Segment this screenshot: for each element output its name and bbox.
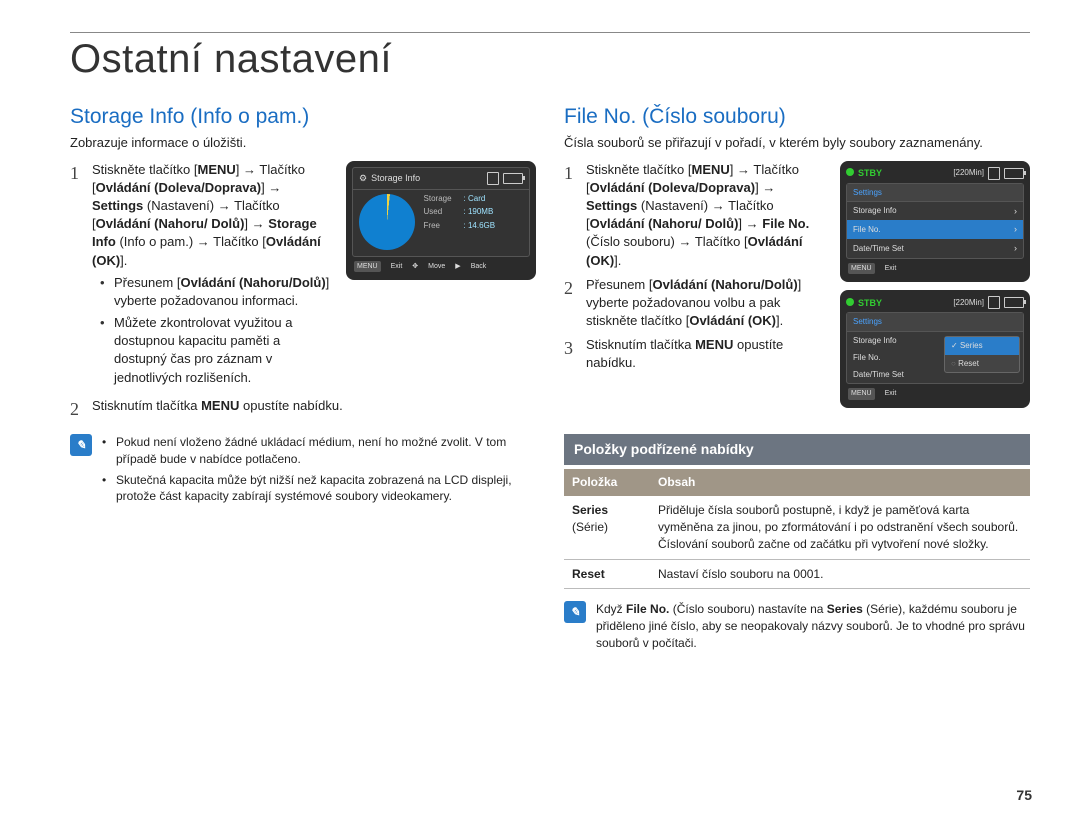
list-item: Date/Time Set› bbox=[847, 239, 1023, 258]
gear-icon: ⚙ bbox=[359, 172, 367, 185]
storage-legend: Storage: Card Used: 190MB Free: 14.6GB bbox=[424, 192, 496, 233]
battery-icon bbox=[1004, 168, 1024, 179]
table-row: Series(Série) Přiděluje čísla souborů po… bbox=[564, 496, 1030, 559]
intro-right: Čísla souborů se přiřazují v pořadí, v k… bbox=[564, 134, 1030, 152]
submenu-item: ○ Reset bbox=[945, 355, 1019, 372]
rec-dot-icon bbox=[846, 168, 854, 176]
move-icon: ✥ bbox=[412, 262, 418, 272]
rec-dot-icon bbox=[846, 298, 854, 306]
th-item: Položka bbox=[564, 469, 650, 496]
bullet-2: Můžete zkontrolovat využitou a dostupnou… bbox=[114, 314, 336, 387]
th-content: Obsah bbox=[650, 469, 1030, 496]
menu-tag: MENU bbox=[848, 388, 875, 400]
step2-left: Stisknutím tlačítka MENU opustíte nabídk… bbox=[92, 397, 536, 415]
lcd-storage-info: ⚙ Storage Info Storage: Card Used: 190MB … bbox=[346, 161, 536, 289]
note-right: ✎ Když File No. (Číslo souboru) nastavít… bbox=[564, 601, 1030, 651]
battery-icon bbox=[503, 173, 523, 184]
bullet-1: Přesunem [Ovládání (Nahoru/Dolů)] vybert… bbox=[114, 274, 336, 310]
battery-icon bbox=[1004, 297, 1024, 308]
note-left-2: Skutečná kapacita může být nižší než kap… bbox=[102, 472, 536, 506]
intro-left: Zobrazuje informace o úložišti. bbox=[70, 134, 536, 152]
subhead-bar: Položky podřízené nabídky bbox=[564, 434, 1030, 466]
pie-chart-icon bbox=[359, 194, 415, 250]
sd-icon bbox=[487, 172, 499, 185]
menu-tag: MENU bbox=[354, 261, 381, 273]
note-left-1: Pokud není vloženo žádné ukládací médium… bbox=[102, 434, 536, 468]
step1-right: Stiskněte tlačítko [MENU] → Tlačítko [Ov… bbox=[586, 161, 830, 270]
heading-storage-info: Storage Info (Info o pam.) bbox=[70, 102, 536, 131]
lcd-fileno-menu: STBY [220Min] Settings Storage Info› Fil… bbox=[840, 161, 1030, 416]
step1-left: Stiskněte tlačítko [MENU] → Tlačítko [Ov… bbox=[92, 161, 336, 391]
note-icon: ✎ bbox=[70, 434, 92, 456]
step2-right: Přesunem [Ovládání (Nahoru/Dolů)] vybert… bbox=[586, 276, 830, 331]
submenu: ✓ Series ○ Reset bbox=[944, 336, 1020, 372]
right-column: File No. (Číslo souboru) Čísla souborů s… bbox=[564, 96, 1030, 652]
back-icon: ▶ bbox=[455, 262, 460, 272]
page-title: Ostatní nastavení bbox=[70, 37, 1030, 82]
list-item-selected: File No.› bbox=[847, 220, 1023, 239]
sd-icon bbox=[988, 167, 1000, 180]
note-left: ✎ Pokud není vloženo žádné ukládací médi… bbox=[70, 434, 536, 509]
note-icon: ✎ bbox=[564, 601, 586, 623]
table-row: Reset Nastaví číslo souboru na 0001. bbox=[564, 559, 1030, 589]
lcd-title: Storage Info bbox=[371, 172, 420, 185]
menu-tag: MENU bbox=[848, 263, 875, 275]
page-number: 75 bbox=[1016, 787, 1032, 803]
heading-file-no: File No. (Číslo souboru) bbox=[564, 102, 1030, 131]
sd-icon bbox=[988, 296, 1000, 309]
submenu-item-selected: ✓ Series bbox=[945, 337, 1019, 354]
left-column: Storage Info (Info o pam.) Zobrazuje inf… bbox=[70, 96, 536, 652]
list-item: Storage Info› bbox=[847, 202, 1023, 221]
step3-right: Stisknutím tlačítka MENU opustíte nabídk… bbox=[586, 336, 830, 372]
submenu-table: PoložkaObsah Series(Série) Přiděluje čís… bbox=[564, 469, 1030, 589]
